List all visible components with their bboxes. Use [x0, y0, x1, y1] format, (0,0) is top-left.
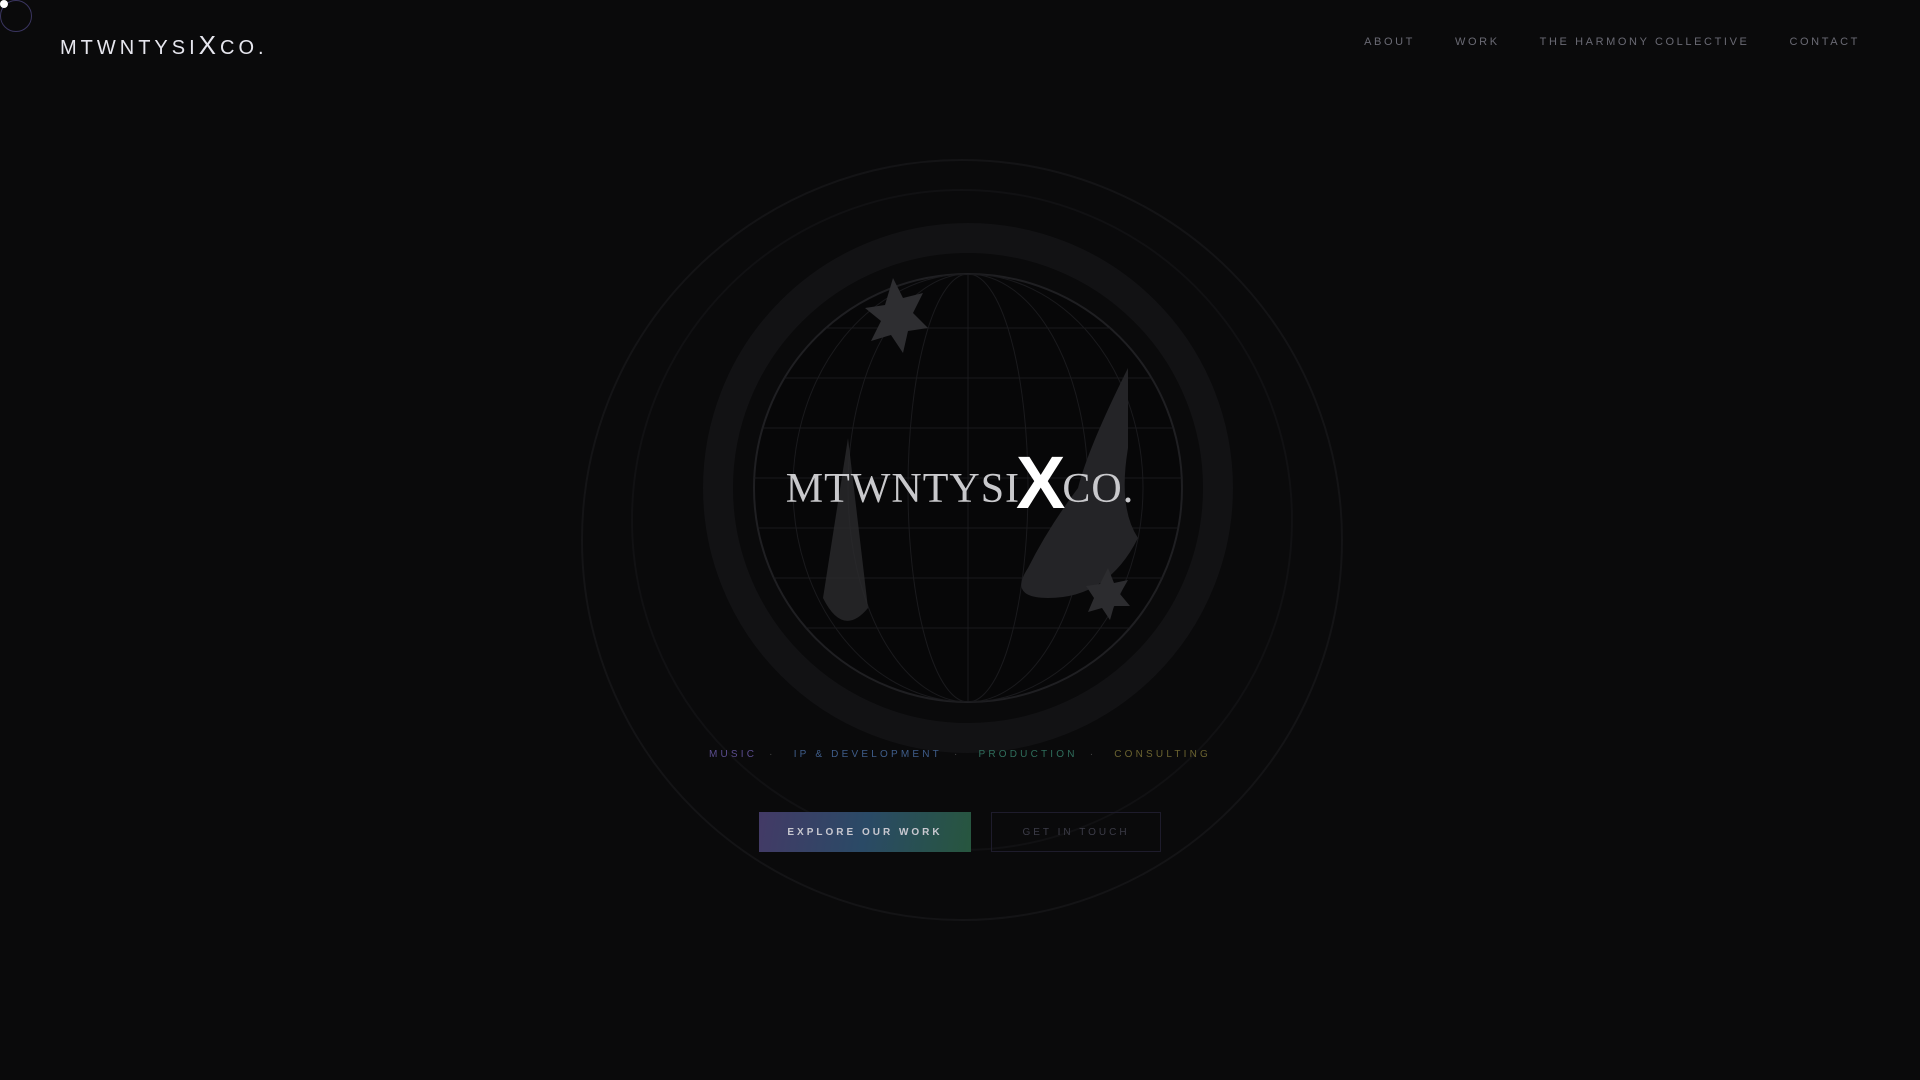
- service-production: PRODUCTION: [978, 749, 1078, 760]
- separator: ·: [953, 749, 961, 760]
- hero-logo-prefix: MTWNTYSI: [785, 466, 1021, 512]
- separator: ·: [769, 749, 776, 760]
- separator: ·: [1089, 749, 1097, 760]
- hero-logo: MTWNTYSIXCO.: [0, 440, 1920, 525]
- service-music: MUSIC: [708, 749, 758, 760]
- hero-logo-x: X: [1016, 441, 1067, 524]
- explore-work-button[interactable]: EXPLORE OUR WORK: [759, 812, 971, 852]
- services-tagline: MUSIC · IP & DEVELOPMENT · PRODUCTION · CON…: [0, 749, 1920, 760]
- hero-logo-suffix: CO.: [1062, 466, 1135, 512]
- get-in-touch-button[interactable]: GET IN TOUCH: [991, 812, 1161, 852]
- service-ip-development: IP & DEVELOPMENT: [793, 749, 942, 760]
- service-consulting: CONSULTING: [1114, 749, 1212, 760]
